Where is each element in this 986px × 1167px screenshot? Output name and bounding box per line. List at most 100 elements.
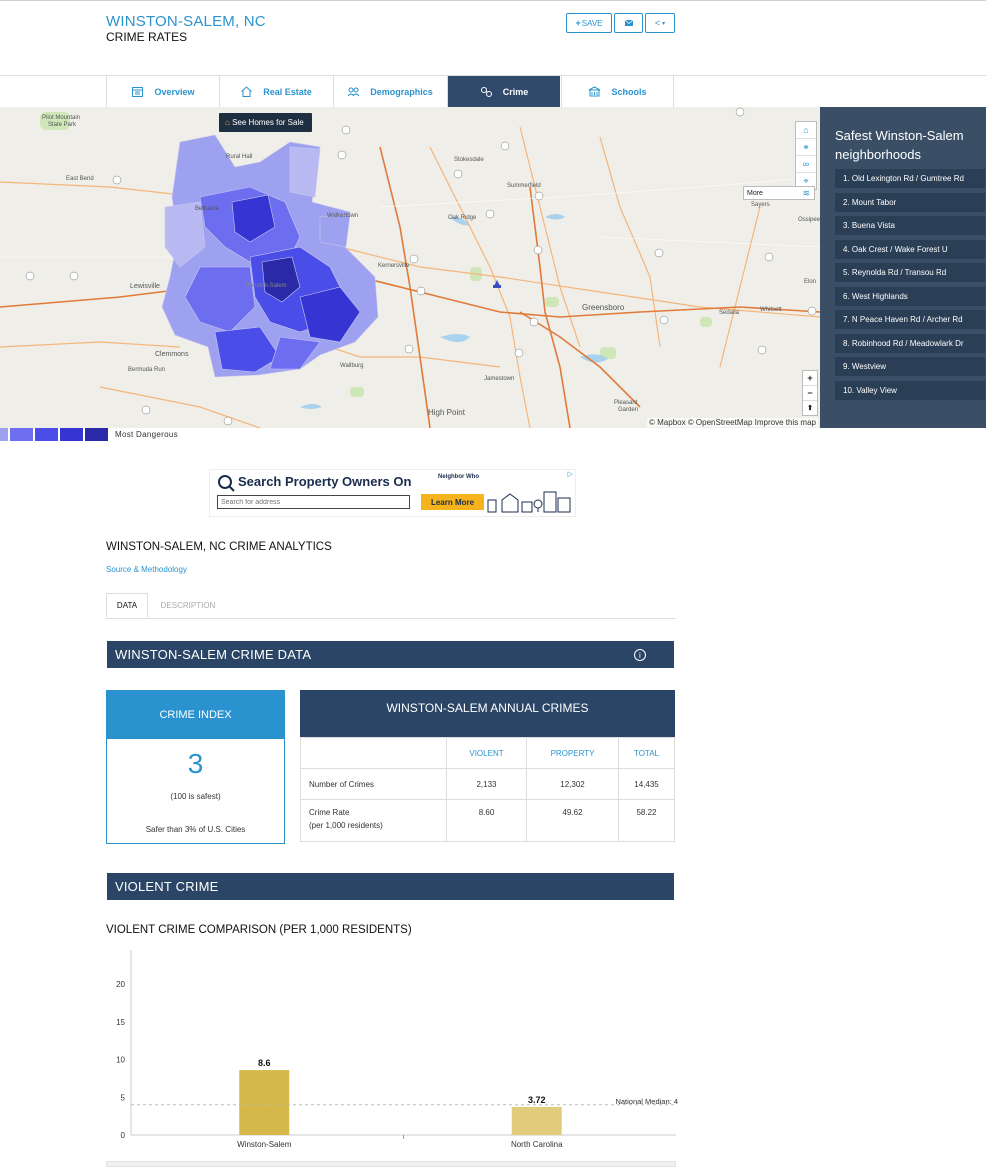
column-header (300, 737, 447, 769)
svg-text:Elon: Elon (804, 279, 816, 285)
people-icon (347, 87, 360, 97)
row-label-text: Crime Rate (309, 808, 350, 817)
plus-icon: + (575, 18, 581, 28)
email-button[interactable] (614, 13, 643, 33)
analytics-tabs: DATA DESCRIPTION (106, 593, 676, 619)
total-cell: 58.22 (618, 799, 675, 842)
houses-illustration (487, 491, 571, 513)
compass-icon[interactable]: ⬆ (803, 401, 817, 415)
learn-more-button[interactable]: Learn More (421, 494, 484, 510)
svg-text:Jamestown: Jamestown (484, 376, 514, 382)
neighborhood-item[interactable]: 4. Oak Crest / Wake Forest U (835, 240, 985, 259)
total-cell: 14,435 (618, 768, 675, 800)
neighborhood-item[interactable]: 6. West Highlands (835, 287, 985, 306)
bottom-strip (106, 1161, 676, 1167)
city-title: WINSTON-SALEM, NC (106, 13, 266, 30)
share-button[interactable]: < ▾ (645, 13, 675, 33)
crime-data-header-label: WINSTON-SALEM CRIME DATA (115, 647, 312, 662)
row-label-text: Number of Crimes (309, 779, 374, 789)
svg-text:Walkertown: Walkertown (327, 213, 358, 219)
tab-schools[interactable]: Schools (561, 76, 674, 107)
neighborhood-item[interactable]: 3. Buena Vista (835, 216, 985, 235)
advertisement-banner[interactable]: Search Property Owners On Neighbor Who L… (209, 469, 576, 517)
envelope-icon (624, 20, 633, 26)
svg-text:Greensboro: Greensboro (582, 303, 625, 312)
legend-swatch (10, 428, 33, 441)
calendar-icon (132, 87, 144, 97)
ad-choices-icon[interactable]: ▷ (568, 470, 573, 478)
map-attribution[interactable]: © Mapbox © OpenStreetMap Improve this ma… (647, 418, 818, 427)
neighborhood-item[interactable]: 9. Westview (835, 357, 985, 376)
more-layers-button[interactable]: More ≋ (743, 186, 815, 200)
neighborhood-item[interactable]: 1. Old Lexington Rd / Gumtree Rd (835, 169, 985, 188)
svg-text:Sedalia: Sedalia (719, 310, 740, 316)
svg-text:Bethania: Bethania (195, 206, 219, 212)
school-icon (589, 86, 601, 97)
crime-data-header: WINSTON-SALEM CRIME DATA i (107, 641, 674, 668)
ad-address-input[interactable] (217, 495, 410, 509)
tab-demographics[interactable]: Demographics (333, 76, 446, 107)
violent-crime-chart: 0 5 10 15 20 8.6 Winston-Salem 3.72 North Caroli… (106, 946, 681, 1156)
svg-text:State Park: State Park (48, 122, 77, 128)
legend-swatch (35, 428, 58, 441)
row-label: Number of Crimes (300, 768, 447, 800)
crime-layer-icon[interactable]: ∞ (796, 156, 816, 173)
source-methodology-link[interactable]: Source & Methodology (106, 565, 187, 574)
save-button[interactable]: + SAVE (566, 13, 612, 33)
safest-neighborhoods-panel: Safest Winston-Salem neighborhoods 1. Ol… (820, 107, 986, 428)
y-tick-label: 20 (116, 980, 125, 989)
svg-text:Pilot Mountain: Pilot Mountain (42, 115, 80, 121)
svg-text:East Bend: East Bend (66, 176, 94, 182)
svg-text:Ossipee: Ossipee (798, 217, 820, 223)
svg-text:High Point: High Point (428, 408, 466, 417)
legend-label: Most Dangerous (115, 430, 178, 439)
chart-svg: 0 5 10 15 20 8.6 Winston-Salem 3.72 North Caroli… (116, 950, 678, 1149)
tab-real-estate[interactable]: Real Estate (219, 76, 332, 107)
layers-icon: ≋ (802, 187, 810, 198)
crime-index-card: CRIME INDEX 3 (100 is safest) Safer than… (106, 690, 285, 844)
see-homes-label: See Homes for Sale (232, 118, 304, 127)
chevron-down-icon: ▾ (662, 20, 666, 27)
zoom-out-button[interactable]: − (803, 386, 817, 401)
table-header-row: VIOLENT PROPERTY TOTAL (300, 737, 675, 769)
tab-description[interactable]: DESCRIPTION (158, 593, 218, 618)
crime-index-value: 3 (187, 748, 204, 779)
neighborhood-item[interactable]: 7. N Peace Haven Rd / Archer Rd (835, 310, 985, 329)
annual-crimes-card: WINSTON-SALEM ANNUAL CRIMES VIOLENT PROP… (300, 690, 675, 842)
svg-text:Wallburg: Wallburg (340, 363, 363, 369)
tab-label: Crime (502, 86, 529, 97)
neighborhood-item[interactable]: 2. Mount Tabor (835, 193, 985, 212)
national-median-label: National Median: 4 (615, 1097, 678, 1106)
people-layer-icon[interactable]: ⚭ (796, 139, 816, 156)
annual-crimes-header: WINSTON-SALEM ANNUAL CRIMES (300, 690, 675, 737)
svg-text:Lewisville: Lewisville (130, 283, 160, 290)
see-homes-button[interactable]: ⌂ See Homes for Sale (219, 113, 312, 132)
svg-text:Clemmons: Clemmons (155, 351, 189, 358)
y-tick-label: 15 (116, 1018, 125, 1027)
tab-overview[interactable]: Overview (106, 76, 219, 107)
y-tick-label: 10 (116, 1056, 125, 1065)
crime-map[interactable]: Pilot Mountain State Park Rural Hall Stok… (0, 107, 820, 428)
tab-crime[interactable]: Crime (447, 76, 560, 107)
crime-index-header: CRIME INDEX (107, 691, 284, 739)
tab-data[interactable]: DATA (106, 593, 148, 618)
svg-text:Winston-Salem: Winston-Salem (246, 283, 287, 289)
page-subtitle: CRIME RATES (106, 30, 188, 44)
violent-crime-header-label: VIOLENT CRIME (115, 879, 219, 894)
svg-text:Sayers: Sayers (751, 202, 770, 208)
bar-value-label: 8.6 (258, 1058, 271, 1068)
svg-text:Garden: Garden (618, 407, 638, 413)
map-base: Pilot MountainState Park Rural Hall Stok… (0, 107, 820, 428)
zoom-in-button[interactable]: + (803, 371, 817, 386)
neighborhood-item[interactable]: 8. Robinhood Rd / Meadowlark Dr (835, 334, 985, 353)
legend-swatch (0, 428, 8, 441)
y-tick-label: 0 (121, 1131, 126, 1140)
info-icon[interactable]: i (634, 649, 646, 661)
crime-index-note: (100 is safest) (170, 792, 221, 801)
annual-crimes-table: VIOLENT PROPERTY TOTAL Number of Crimes … (300, 737, 675, 842)
home-layer-icon[interactable]: ⌂ (796, 122, 816, 139)
y-tick-label: 5 (121, 1093, 126, 1102)
neighborhood-item[interactable]: 5. Reynolda Rd / Transou Rd (835, 263, 985, 282)
neighborhood-item[interactable]: 10. Valley View (835, 381, 985, 400)
crime-index-comparison: Safer than 3% of U.S. Cities (145, 825, 246, 834)
